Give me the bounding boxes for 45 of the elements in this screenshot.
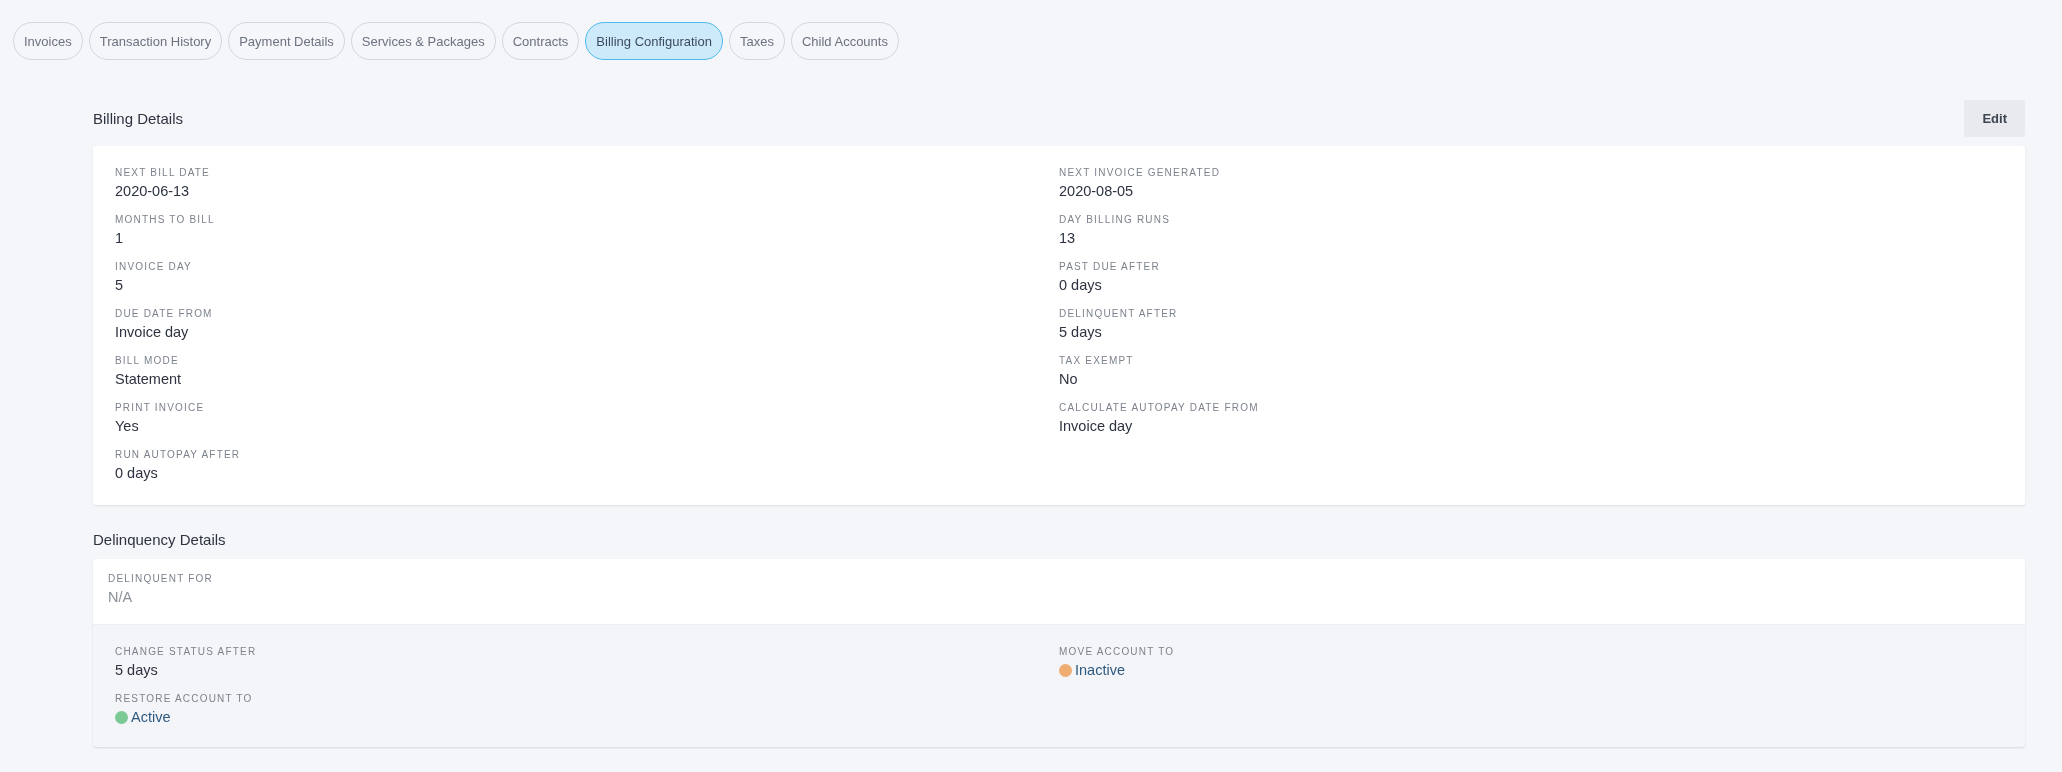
field-value: 2020-08-05 xyxy=(1059,182,1134,201)
tab[interactable]: Child Accounts xyxy=(790,22,899,60)
field-value: N/A xyxy=(108,588,133,607)
tab[interactable]: Contracts xyxy=(501,22,580,60)
status-text: Inactive xyxy=(1075,661,1125,680)
field-label: NEXT INVOICE GENERATED xyxy=(1059,166,1222,179)
field-label: DELINQUENT AFTER xyxy=(1059,307,1179,320)
field-value: Invoice day xyxy=(115,323,189,342)
field-value: Yes xyxy=(115,417,139,436)
field-label: DUE DATE FROM xyxy=(115,307,214,320)
field-value: 2020-06-13 xyxy=(115,182,190,201)
tab[interactable]: Billing Configuration xyxy=(585,22,723,60)
field-value: 5 days xyxy=(115,661,158,680)
field-label: DELINQUENT FOR xyxy=(108,572,214,585)
field-value: Invoice day xyxy=(1059,417,1133,436)
edit-button[interactable]: Edit xyxy=(1964,100,2025,137)
field-value: 1 xyxy=(115,229,124,248)
section-title: Delinquency Details xyxy=(93,530,227,550)
field-value: 13 xyxy=(1059,229,1076,248)
field-label: INVOICE DAY xyxy=(115,260,193,273)
tab[interactable]: Transaction History xyxy=(88,22,223,60)
tab[interactable]: Taxes xyxy=(728,22,785,60)
field-label: DAY BILLING RUNS xyxy=(1059,213,1172,226)
tab[interactable]: Payment Details xyxy=(228,22,345,60)
field-value: 0 days xyxy=(1059,276,1102,295)
field-value: No xyxy=(1059,370,1078,389)
field-label: PAST DUE AFTER xyxy=(1059,260,1161,273)
tab[interactable]: Services & Packages xyxy=(350,22,496,60)
field-value: 0 days xyxy=(115,464,158,483)
field-value: 5 days xyxy=(1059,323,1102,342)
field-label: PRINT INVOICE xyxy=(115,401,206,414)
tab[interactable]: Invoices xyxy=(13,22,83,60)
field-label: MOVE ACCOUNT TO xyxy=(1059,645,1176,658)
field-label: MONTHS TO BILL xyxy=(115,213,216,226)
field-label: TAX EXEMPT xyxy=(1059,354,1135,367)
field-label: RUN AUTOPAY AFTER xyxy=(115,448,242,461)
field-label: CHANGE STATUS AFTER xyxy=(115,645,258,658)
field-value: Statement xyxy=(115,370,182,389)
status-text: Active xyxy=(131,708,171,727)
field-label: NEXT BILL DATE xyxy=(115,166,211,179)
section-title: Billing Details xyxy=(93,110,184,127)
field-label: RESTORE ACCOUNT TO xyxy=(115,692,254,705)
field-value: 5 xyxy=(115,276,124,295)
field-label: BILL MODE xyxy=(115,354,180,367)
field-label: CALCULATE AUTOPAY DATE FROM xyxy=(1059,401,1260,414)
